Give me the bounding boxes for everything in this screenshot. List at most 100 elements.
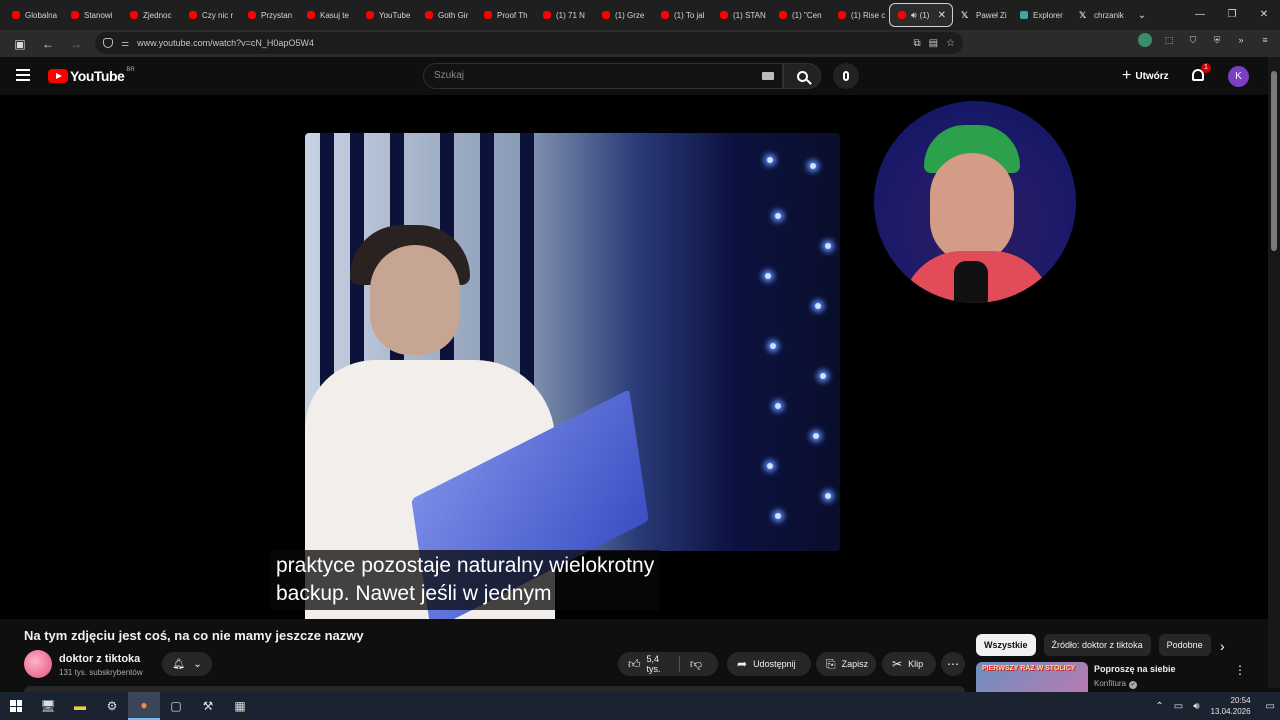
browser-tab[interactable]: Goth Gir [417, 0, 476, 30]
server-led-shape [770, 343, 776, 349]
recommendation-title[interactable]: Poproszę na siebie [1094, 664, 1176, 674]
browser-tab[interactable]: Proof Th [476, 0, 535, 30]
adblock-extension-icon[interactable]: ⛨ [1210, 33, 1224, 47]
recommendation-thumbnail[interactable]: PIERWSZY RAZ W STOLICY [976, 662, 1088, 692]
browser-tab[interactable]: 🔊︎ (1) ✕ [889, 3, 953, 27]
browser-tab[interactable]: (1) STAN [712, 0, 771, 30]
youtube-logo[interactable]: YouTube BR [48, 67, 135, 84]
browser-tab[interactable]: (1) Rise c [830, 0, 889, 30]
account-avatar[interactable]: K [1228, 66, 1249, 87]
calculator-icon[interactable]: ▦ [224, 692, 256, 720]
chevron-right-icon[interactable]: › [1220, 638, 1225, 654]
bell-icon: 🔔︎ [172, 658, 185, 670]
back-button[interactable]: ← [36, 32, 60, 56]
browser-tab[interactable]: (1) "Cen [771, 0, 830, 30]
browser-tab[interactable]: Przystan [240, 0, 299, 30]
thumbs-down-icon[interactable]: 👎︎ [690, 657, 702, 672]
save-button[interactable]: ⎘ Zapisz [816, 652, 876, 676]
forward-button[interactable]: → [64, 32, 88, 56]
chip-all[interactable]: Wszystkie [976, 634, 1036, 656]
more-actions-button[interactable]: ⋯ [941, 652, 965, 676]
share-button[interactable]: ➦ Udostępnij [727, 652, 811, 676]
notion-icon[interactable]: ▢ [160, 692, 192, 720]
firefox-icon[interactable]: ● [128, 692, 160, 720]
more-tools-icon[interactable]: » [1234, 33, 1248, 47]
youtube-favicon-icon [543, 11, 551, 19]
voice-search-button[interactable] [833, 63, 859, 89]
close-window-button[interactable]: ✕ [1248, 0, 1280, 30]
extensions-puzzle-icon[interactable]: ⬚ [1162, 33, 1176, 47]
browser-tab[interactable]: (1) To jal [653, 0, 712, 30]
x-favicon-icon: 𝕏 [1079, 10, 1087, 20]
tab-label: Paweł Zi [976, 10, 1007, 20]
tab-label: (1) Rise c [851, 10, 886, 20]
browser-tab[interactable]: (1) Grze [594, 0, 653, 30]
keyboard-icon[interactable] [762, 72, 774, 80]
start-button[interactable] [10, 700, 22, 712]
chip-related[interactable]: Podobne [1158, 634, 1211, 656]
notification-center-icon[interactable]: ▭ [1266, 701, 1275, 712]
browser-tab[interactable]: Kasuj te [299, 0, 358, 30]
tab-list-chevron-icon[interactable]: ⌄ [1130, 10, 1154, 21]
thumbs-up-icon[interactable]: 👍︎ [628, 657, 641, 672]
create-button[interactable]: + Utwórz [1116, 63, 1175, 89]
file-explorer-icon[interactable]: ▬ [64, 692, 96, 720]
site-security-icon[interactable] [103, 38, 113, 48]
close-tab-icon[interactable]: ✕ [938, 10, 946, 21]
minimize-button[interactable]: — [1184, 0, 1216, 30]
system-clock[interactable]: 20:54 13.04.2026 [1211, 695, 1251, 717]
browser-tab[interactable]: Explorer [1012, 0, 1071, 30]
youtube-favicon-icon [602, 11, 610, 19]
reader-view-icon[interactable]: ▤ [929, 38, 938, 49]
page-scrollbar[interactable] [1268, 57, 1280, 688]
explorer-window-icon[interactable]: 🖥︎ [32, 692, 64, 720]
subscription-notifications-button[interactable]: 🔔︎ ⌄ [162, 652, 212, 676]
guide-menu-icon[interactable] [16, 69, 30, 81]
tab-label: Czy nic r [202, 10, 234, 20]
page-settings-icon[interactable]: ⚌ [121, 38, 129, 49]
browser-toolbar: ▣ ← → ↻ ⚌ www.youtube.com/watch?v=cN_H0a… [0, 30, 1280, 57]
browser-tab[interactable]: 𝕏 Paweł Zi [953, 0, 1012, 30]
like-count[interactable]: 5,4 tys. [647, 654, 668, 674]
clip-button[interactable]: ✂ Klip [882, 652, 936, 676]
browser-tab[interactable]: Czy nic r [181, 0, 240, 30]
steam-icon[interactable]: ⚙︎ [96, 692, 128, 720]
volume-icon[interactable]: 🔊︎ [1193, 701, 1199, 712]
tab-audio-icon[interactable]: 🔊︎ [911, 10, 917, 21]
related-filter-chips: Wszystkie Źródło: doktor z tiktoka Podob… [976, 634, 1211, 656]
channel-avatar[interactable] [24, 650, 52, 678]
tools-app-icon[interactable]: ⚒︎ [192, 692, 224, 720]
search-button[interactable] [783, 63, 821, 89]
extensions-area: ⬚ ⛉ ⛨ » ≡ [1138, 33, 1272, 47]
browser-tab[interactable]: Stanowi [63, 0, 122, 30]
tab-label: Goth Gir [438, 10, 469, 20]
chip-from-channel[interactable]: Źródło: doktor z tiktoka [1043, 634, 1151, 656]
menu-icon[interactable]: ≡ [1258, 33, 1272, 47]
youtube-favicon-icon [484, 11, 492, 19]
scrollbar-thumb[interactable] [1271, 71, 1277, 251]
address-bar[interactable]: ⚌ www.youtube.com/watch?v=cN_H0apO5W4 ⧉ … [95, 32, 963, 54]
bookmark-star-icon[interactable]: ☆ [946, 38, 955, 49]
restore-button[interactable]: ❐ [1216, 0, 1248, 30]
tab-overview-icon[interactable]: ▣ [8, 32, 32, 56]
recommendation-menu-icon[interactable]: ⋮ [1234, 663, 1246, 677]
caption-line: backup. Nawet jeśli w jednym [276, 582, 552, 605]
browser-tab[interactable]: Zjednoc [122, 0, 181, 30]
browser-tab[interactable]: YouTube [358, 0, 417, 30]
vpn-extension-icon[interactable] [1138, 33, 1152, 47]
tray-chevron-up-icon[interactable]: ⌃ [1155, 701, 1163, 712]
video-player[interactable]: praktyce pozostaje naturalny wielokrotny… [0, 95, 1268, 619]
shield-extension-icon[interactable]: ⛉ [1186, 33, 1200, 47]
network-icon[interactable]: ▭ [1174, 701, 1183, 712]
system-tray: ⌃ ▭ 🔊︎ 20:54 13.04.2026 ▭ [1150, 695, 1280, 717]
browser-tab[interactable]: Globalna [4, 0, 63, 30]
recommendation-channel[interactable]: Konfitura ✓ [1094, 679, 1138, 689]
channel-name[interactable]: doktor z tiktoka [59, 653, 140, 665]
notifications-button[interactable]: 1 [1190, 63, 1211, 85]
browser-tab[interactable]: (1) 71 N [535, 0, 594, 30]
tab-label: (1) Grze [615, 10, 645, 20]
browser-tab[interactable]: 𝕏chrzanik [1071, 0, 1130, 30]
picture-in-picture-icon[interactable]: ⧉ [913, 38, 920, 49]
server-led-shape [815, 303, 821, 309]
search-input[interactable]: Szukaj [423, 63, 783, 89]
